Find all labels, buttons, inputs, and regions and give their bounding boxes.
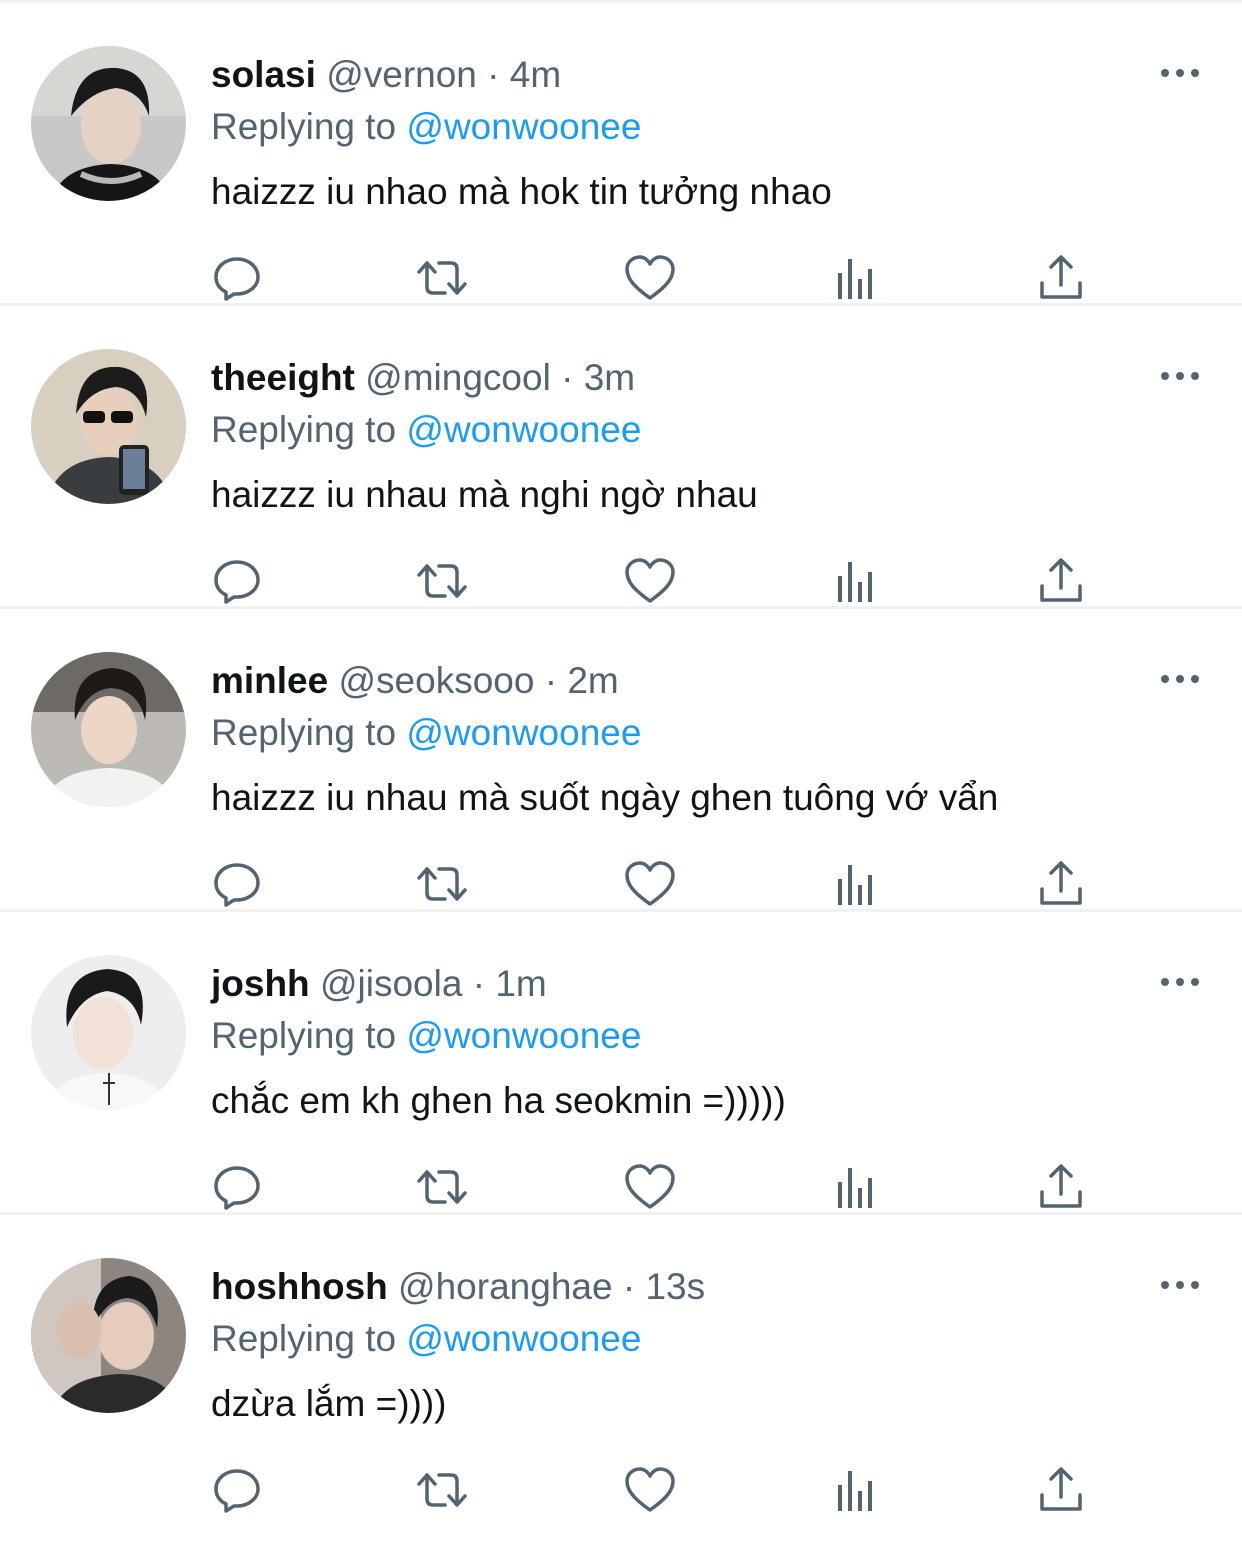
user-handle[interactable]: @seoksooo [339, 660, 535, 701]
user-handle[interactable]: @horanghae [398, 1266, 613, 1307]
retweet-icon[interactable] [415, 1160, 469, 1214]
tweet-actions [0, 1160, 1242, 1214]
replying-to-label: Replying to [211, 1318, 397, 1359]
more-options-icon[interactable] [1156, 970, 1204, 994]
analytics-icon[interactable] [829, 857, 883, 911]
reply-icon[interactable] [210, 554, 264, 608]
like-icon[interactable] [623, 1160, 677, 1214]
tweet-header: solasi @vernon · 4m [211, 53, 561, 97]
tweet-text: haizzz iu nhao mà hok tin tưởng nhao [211, 171, 832, 212]
more-options-icon[interactable] [1156, 364, 1204, 388]
tweet-text: haizzz iu nhau mà suốt ngày ghen tuông v… [211, 777, 999, 818]
more-options-icon[interactable] [1156, 667, 1204, 691]
replying-to-label: Replying to [211, 106, 397, 147]
tweet-actions [0, 1463, 1242, 1517]
tweet[interactable]: solasi @vernon · 4m Replying to @wonwoon… [0, 3, 1242, 306]
replying-to-label: Replying to [211, 712, 397, 753]
mention-link[interactable]: @wonwoonee [406, 409, 641, 450]
display-name[interactable]: minlee [211, 660, 328, 701]
tweet-header: theeight @mingcool · 3m [211, 356, 635, 400]
user-handle[interactable]: @vernon [326, 54, 477, 95]
replying-to: Replying to @wonwoonee [211, 1014, 641, 1058]
reply-feed: solasi @vernon · 4m Replying to @wonwoon… [0, 0, 1242, 1543]
mention-link[interactable]: @wonwoonee [406, 106, 641, 147]
timestamp[interactable]: 1m [495, 963, 546, 1004]
avatar[interactable] [31, 955, 186, 1110]
tweet-header: hoshhosh @horanghae · 13s [211, 1265, 705, 1309]
replying-to-label: Replying to [211, 409, 397, 450]
like-icon[interactable] [623, 1463, 677, 1517]
display-name[interactable]: solasi [211, 54, 316, 95]
display-name[interactable]: theeight [211, 357, 355, 398]
share-icon[interactable] [1034, 1160, 1088, 1214]
more-options-icon[interactable] [1156, 61, 1204, 85]
separator-dot: · [544, 660, 558, 701]
tweet-text: chắc em kh ghen ha seokmin =))))) [211, 1080, 786, 1121]
display-name[interactable]: hoshhosh [211, 1266, 388, 1307]
tweet-actions [0, 554, 1242, 608]
tweet-text: dzừa lắm =)))) [211, 1383, 447, 1424]
more-options-icon[interactable] [1156, 1273, 1204, 1297]
separator-dot: · [472, 963, 486, 1004]
reply-icon[interactable] [210, 1463, 264, 1517]
separator-dot: · [622, 1266, 636, 1307]
share-icon[interactable] [1034, 554, 1088, 608]
retweet-icon[interactable] [415, 251, 469, 305]
tweet[interactable]: theeight @mingcool · 3m Replying to @won… [0, 306, 1242, 609]
display-name[interactable]: joshh [211, 963, 310, 1004]
separator-dot: · [561, 357, 574, 398]
tweet[interactable]: hoshhosh @horanghae · 13s Replying to @w… [0, 1215, 1242, 1518]
tweet-text: haizzz iu nhau mà nghi ngờ nhau [211, 474, 758, 515]
reply-icon[interactable] [210, 251, 264, 305]
share-icon[interactable] [1034, 857, 1088, 911]
replying-to: Replying to @wonwoonee [211, 105, 641, 149]
like-icon[interactable] [623, 857, 677, 911]
separator-dot: · [487, 54, 500, 95]
retweet-icon[interactable] [415, 857, 469, 911]
analytics-icon[interactable] [829, 554, 883, 608]
tweet-header: joshh @jisoola · 1m [211, 962, 547, 1006]
analytics-icon[interactable] [829, 251, 883, 305]
timestamp[interactable]: 13s [645, 1266, 705, 1307]
tweet[interactable]: joshh @jisoola · 1m Replying to @wonwoon… [0, 912, 1242, 1215]
share-icon[interactable] [1034, 251, 1088, 305]
replying-to: Replying to @wonwoonee [211, 711, 641, 755]
replying-to: Replying to @wonwoonee [211, 1317, 641, 1361]
avatar[interactable] [31, 652, 186, 807]
tweet-actions [0, 251, 1242, 305]
timestamp[interactable]: 2m [567, 660, 618, 701]
mention-link[interactable]: @wonwoonee [406, 712, 641, 753]
replying-to: Replying to @wonwoonee [211, 408, 641, 452]
analytics-icon[interactable] [829, 1463, 883, 1517]
like-icon[interactable] [623, 251, 677, 305]
like-icon[interactable] [623, 554, 677, 608]
share-icon[interactable] [1034, 1463, 1088, 1517]
replying-to-label: Replying to [211, 1015, 397, 1056]
tweet[interactable]: minlee @seoksooo · 2m Replying to @wonwo… [0, 609, 1242, 912]
mention-link[interactable]: @wonwoonee [406, 1318, 641, 1359]
user-handle[interactable]: @jisoola [320, 963, 462, 1004]
reply-icon[interactable] [210, 857, 264, 911]
timestamp[interactable]: 4m [510, 54, 561, 95]
analytics-icon[interactable] [829, 1160, 883, 1214]
reply-icon[interactable] [210, 1160, 264, 1214]
tweet-actions [0, 857, 1242, 911]
user-handle[interactable]: @mingcool [365, 357, 551, 398]
tweet-header: minlee @seoksooo · 2m [211, 659, 619, 703]
avatar[interactable] [31, 46, 186, 201]
retweet-icon[interactable] [415, 554, 469, 608]
retweet-icon[interactable] [415, 1463, 469, 1517]
mention-link[interactable]: @wonwoonee [406, 1015, 641, 1056]
avatar[interactable] [31, 1258, 186, 1413]
timestamp[interactable]: 3m [584, 357, 635, 398]
avatar[interactable] [31, 349, 186, 504]
